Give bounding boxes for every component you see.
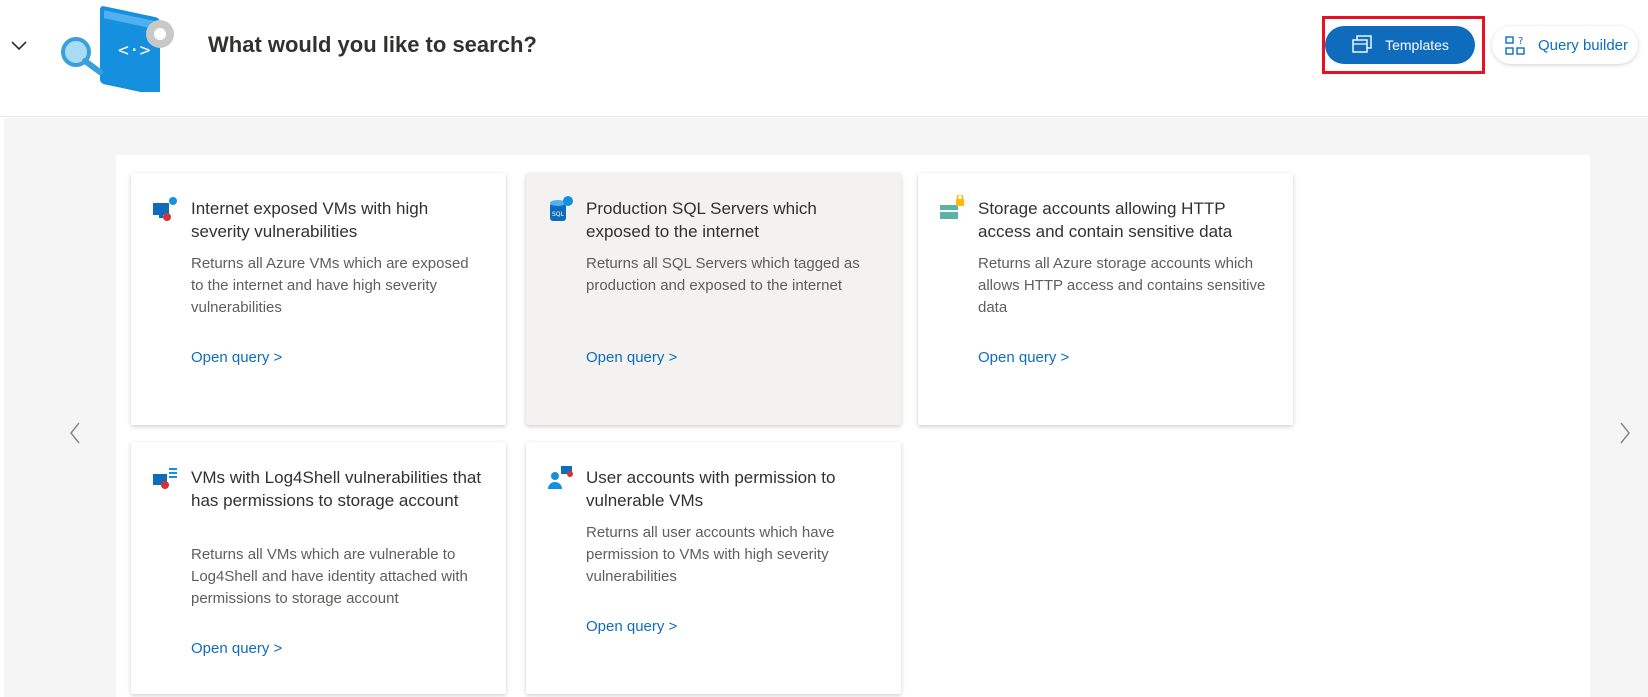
svg-text:<·>: <·>: [118, 40, 151, 61]
open-query-link[interactable]: Open query >: [586, 618, 677, 635]
card-title: VMs with Log4Shell vulnerabilities that …: [191, 468, 482, 510]
open-query-link[interactable]: Open query >: [978, 349, 1069, 366]
page-title: What would you like to search?: [208, 32, 537, 57]
open-query-link[interactable]: Open query >: [586, 349, 677, 366]
query-builder-button[interactable]: ? Query builder: [1492, 26, 1638, 64]
card-description: Returns all user accounts which have per…: [586, 524, 835, 585]
query-builder-icon: ?: [1505, 36, 1525, 55]
card-title: Production SQL Servers which exposed to …: [586, 199, 817, 241]
card-title: User accounts with permission to vulnera…: [586, 468, 836, 510]
templates-button[interactable]: Templates: [1325, 26, 1475, 64]
card-description: Returns all SQL Servers which tagged as …: [586, 255, 860, 294]
card-description: Returns all Azure VMs which are exposed …: [191, 255, 469, 316]
open-query-link[interactable]: Open query >: [191, 640, 282, 657]
storage-lock-icon: [940, 195, 964, 219]
svg-text:SQL: SQL: [552, 211, 565, 218]
vm-list-icon: [153, 468, 177, 489]
template-card[interactable]: VMs with Log4Shell vulnerabilities that …: [131, 442, 506, 694]
open-query-link[interactable]: Open query >: [191, 349, 282, 366]
vm-alert-icon: [153, 197, 177, 221]
query-builder-label: Query builder: [1537, 36, 1628, 54]
search-illustration-icon: <·>: [61, 6, 174, 92]
card-description: Returns all Azure storage accounts which…: [978, 255, 1266, 316]
search-header: <·> What would you like to search? Templ…: [0, 0, 1648, 117]
card-title: Storage accounts allowing HTTP access an…: [978, 199, 1233, 241]
user-vm-icon: [548, 466, 573, 489]
templates-label: Templates: [1385, 37, 1449, 53]
sql-database-icon: SQL: [550, 196, 573, 221]
card-title: Internet exposed VMs with high severity …: [191, 199, 429, 241]
svg-text:?: ?: [1518, 36, 1523, 47]
template-card[interactable]: User accounts with permission to vulnera…: [526, 442, 901, 694]
chevron-down-icon[interactable]: [8, 34, 30, 56]
template-card[interactable]: Storage accounts allowing HTTP access an…: [918, 173, 1293, 425]
chevron-left-icon[interactable]: [64, 418, 86, 448]
template-card[interactable]: Internet exposed VMs with high severity …: [131, 173, 506, 425]
template-card[interactable]: SQL Production SQL Servers which exposed…: [526, 173, 901, 425]
templates-icon: [1352, 35, 1372, 53]
chevron-right-icon[interactable]: [1614, 418, 1636, 448]
card-description: Returns all VMs which are vulnerable to …: [191, 546, 468, 607]
